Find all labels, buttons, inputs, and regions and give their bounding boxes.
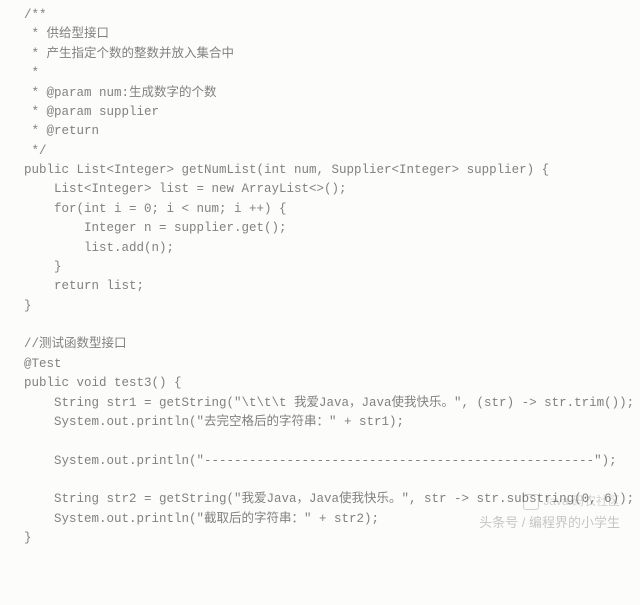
watermark-line1: Java 码农社区 (543, 494, 620, 508)
wm-icon (523, 494, 539, 510)
code-block: /** * 供给型接口 * 产生指定个数的整数并放入集合中 * * @param… (0, 0, 640, 549)
code-content: /** * 供给型接口 * 产生指定个数的整数并放入集合中 * * @param… (24, 8, 634, 545)
watermark: Java 码农社区 头条号 / 编程界的小学生 (479, 492, 620, 533)
watermark-line2: 头条号 / 编程界的小学生 (479, 513, 620, 533)
